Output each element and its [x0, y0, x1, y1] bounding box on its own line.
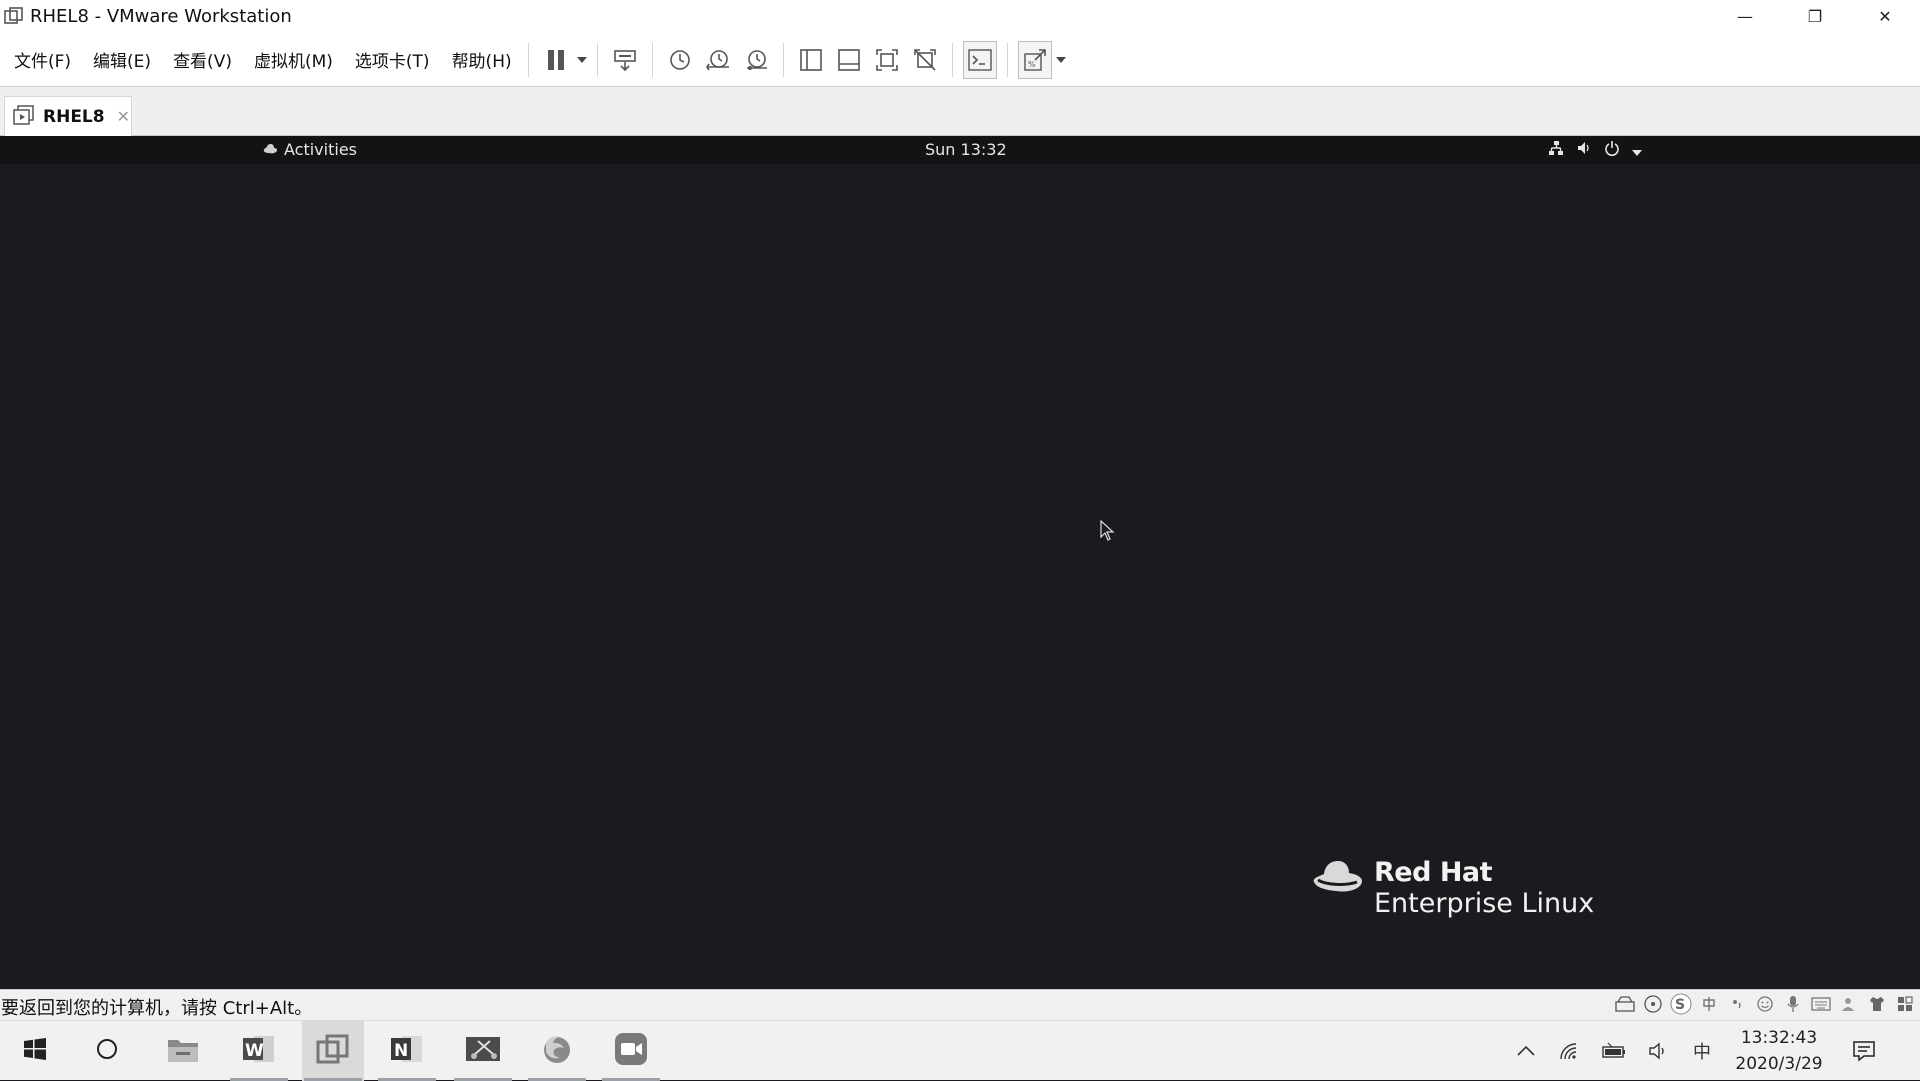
toolbar-separator — [527, 42, 529, 77]
taskbar-time: 13:32:43 — [1740, 1028, 1818, 1048]
menu-vm[interactable]: 虚拟机(M) — [246, 47, 341, 72]
show-hidden-icons-icon[interactable] — [1504, 1021, 1548, 1081]
window-title: RHEL8 - VMware Workstation — [30, 6, 292, 27]
svg-text:W: W — [245, 1041, 264, 1061]
wifi-icon[interactable] — [1548, 1021, 1592, 1081]
taskbar-date: 2020/3/29 — [1735, 1054, 1823, 1074]
keyboard-icon[interactable] — [1810, 993, 1832, 1015]
taskbar-firefox[interactable] — [526, 1021, 588, 1081]
mouse-pointer-icon — [1100, 519, 1116, 546]
windows-logo-icon — [23, 1037, 47, 1065]
chevron-down-icon[interactable] — [1054, 56, 1068, 63]
menu-tabs[interactable]: 选项卡(T) — [347, 47, 438, 72]
tab-close-icon[interactable]: ✕ — [117, 107, 130, 126]
volume-icon — [1576, 140, 1592, 160]
menu-view[interactable]: 查看(V) — [165, 47, 240, 72]
gnome-top-bar: Activities Sun 13:32 — [0, 136, 1920, 164]
activities-button[interactable]: Activities — [262, 140, 357, 159]
network-icon — [1548, 140, 1564, 160]
vmware-icon — [315, 1033, 351, 1069]
revert-snapshot-icon[interactable] — [701, 41, 735, 79]
console-icon[interactable] — [962, 40, 997, 79]
taskbar-word[interactable]: W — [228, 1021, 290, 1081]
user-icon[interactable] — [1838, 993, 1860, 1015]
vm-tab-icon — [13, 104, 35, 129]
redhat-brand-logo: Red Hat Enterprise Linux — [1310, 858, 1594, 920]
vmware-status-bar: 要返回到您的计算机，请按 Ctrl+Alt。 S — [0, 989, 1920, 1020]
vmware-app-icon — [2, 5, 26, 29]
battery-icon[interactable] — [1592, 1021, 1636, 1081]
toolbar-separator — [1006, 42, 1008, 77]
ime-chinese-mode-icon[interactable] — [1698, 993, 1720, 1015]
speaker-icon[interactable] — [1636, 1021, 1680, 1081]
thumbnail-bar-icon[interactable] — [832, 41, 866, 79]
redhat-hat-icon — [262, 140, 278, 159]
window-title-bar: RHEL8 - VMware Workstation — ❐ ✕ — [0, 0, 1920, 33]
vm-guest-screen[interactable]: Activities Sun 13:32 Red Hat Enterprise … — [0, 136, 1920, 989]
tab-rhel8[interactable]: RHEL8 ✕ — [4, 96, 132, 136]
taskbar-file-explorer[interactable] — [152, 1021, 214, 1081]
skin-icon[interactable] — [1866, 993, 1888, 1015]
send-keys-icon[interactable] — [608, 41, 642, 79]
tab-label: RHEL8 — [43, 106, 105, 127]
minimize-button[interactable]: — — [1710, 0, 1780, 33]
brand-line-2: Enterprise Linux — [1374, 888, 1595, 919]
taskbar-snipping-tool[interactable] — [452, 1021, 514, 1081]
activities-label: Activities — [284, 140, 357, 159]
redhat-hat-icon — [1310, 858, 1364, 904]
menu-file[interactable]: 文件(F) — [6, 47, 79, 72]
snapshot-manager-icon[interactable] — [739, 41, 773, 79]
menu-help[interactable]: 帮助(H) — [444, 47, 520, 72]
system-tray: 中 13:32:43 2020/3/29 — [1504, 1021, 1894, 1081]
toolbar-separator — [951, 42, 953, 77]
folder-icon — [166, 1034, 200, 1068]
svg-text:%: % — [1028, 60, 1036, 69]
restore-button[interactable]: ❐ — [1780, 0, 1850, 33]
stretch-icon[interactable]: % — [1017, 40, 1052, 79]
chevron-down-icon — [1632, 141, 1642, 160]
sogou-ime-icon[interactable]: S — [1670, 993, 1692, 1015]
gnome-system-menu[interactable] — [1548, 140, 1642, 160]
microphone-icon[interactable] — [1782, 993, 1804, 1015]
svg-text:S: S — [1675, 997, 1685, 1013]
video-camera-icon — [614, 1032, 648, 1070]
full-screen-icon[interactable] — [870, 41, 904, 79]
menu-toolbar: 文件(F) 编辑(E) 查看(V) 虚拟机(M) 选项卡(T) 帮助(H) % — [0, 33, 1920, 87]
tab-strip: RHEL8 ✕ — [0, 87, 1920, 136]
input-method-indicator[interactable]: 中 — [1680, 1021, 1724, 1081]
svg-text:N: N — [394, 1041, 408, 1061]
emoji-icon[interactable] — [1754, 993, 1776, 1015]
hard-disk-icon[interactable] — [1614, 993, 1636, 1015]
toolbox-icon[interactable] — [1894, 993, 1916, 1015]
word-icon: W — [242, 1033, 276, 1069]
menu-edit[interactable]: 编辑(E) — [85, 47, 159, 72]
brand-line-1: Red Hat — [1374, 857, 1493, 888]
firefox-icon — [540, 1032, 574, 1070]
chevron-down-icon[interactable] — [575, 56, 589, 63]
power-icon — [1604, 140, 1620, 160]
taskbar-zoom[interactable] — [600, 1021, 662, 1081]
start-button[interactable] — [4, 1021, 66, 1081]
release-input-hint: 要返回到您的计算机，请按 Ctrl+Alt。 — [1, 998, 313, 1019]
snipping-tool-icon — [464, 1033, 502, 1069]
search-button[interactable] — [76, 1021, 138, 1081]
gnome-clock[interactable]: Sun 13:32 — [925, 140, 1007, 159]
taskbar-clock[interactable]: 13:32:43 2020/3/29 — [1724, 1025, 1834, 1077]
cortana-circle-icon — [95, 1037, 119, 1065]
toolbar-separator — [651, 42, 653, 77]
toolbar-separator — [782, 42, 784, 77]
windows-taskbar: W N 中 13:32:43 2020/3/29 — [0, 1020, 1920, 1081]
snapshot-icon[interactable] — [663, 41, 697, 79]
unity-icon[interactable] — [908, 41, 942, 79]
close-button[interactable]: ✕ — [1850, 0, 1920, 33]
pause-icon[interactable] — [539, 41, 573, 79]
punctuation-icon[interactable] — [1726, 993, 1748, 1015]
cd-dvd-icon[interactable] — [1642, 993, 1664, 1015]
taskbar-vmware[interactable] — [302, 1021, 364, 1081]
onenote-icon: N — [390, 1033, 424, 1069]
library-icon[interactable] — [794, 41, 828, 79]
taskbar-onenote[interactable]: N — [376, 1021, 438, 1081]
toolbar-separator — [596, 42, 598, 77]
action-center-icon[interactable] — [1834, 1021, 1894, 1081]
